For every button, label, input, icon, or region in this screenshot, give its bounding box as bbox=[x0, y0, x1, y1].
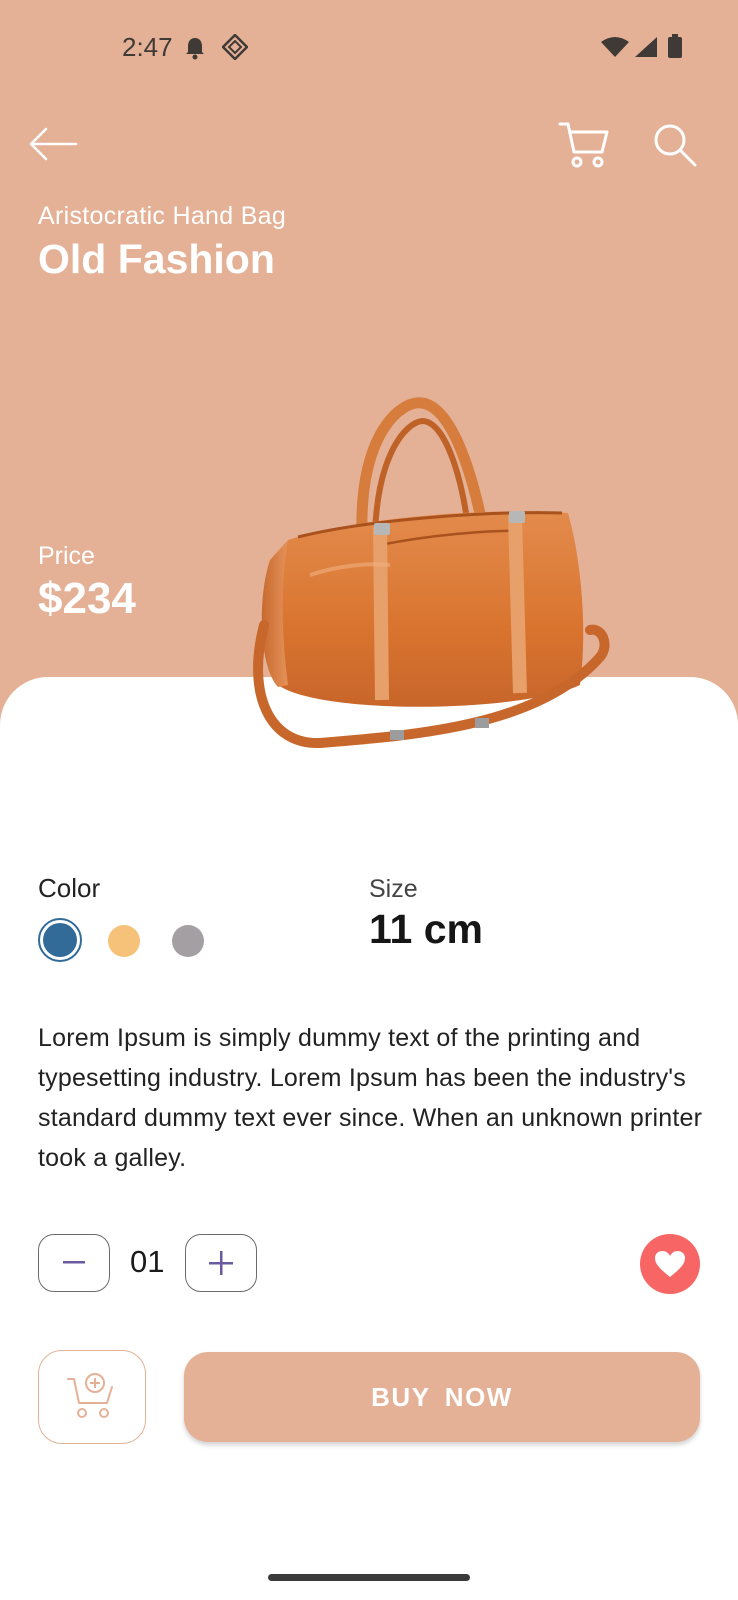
size-value: 11 cm bbox=[369, 906, 483, 952]
price-label: Price bbox=[38, 542, 95, 570]
color-swatch[interactable] bbox=[172, 925, 204, 957]
favorite-button[interactable] bbox=[640, 1234, 700, 1294]
heart-icon bbox=[655, 1251, 685, 1277]
color-swatch-fill bbox=[43, 923, 77, 957]
cell-signal-icon bbox=[634, 36, 658, 63]
color-label: Color bbox=[38, 873, 101, 903]
size-label: Size bbox=[369, 875, 418, 903]
product-title: Old Fashion bbox=[38, 236, 275, 282]
product-image bbox=[250, 395, 630, 775]
back-arrow-icon[interactable] bbox=[26, 124, 82, 164]
notification-bell-icon bbox=[184, 36, 206, 65]
add-to-cart-button[interactable] bbox=[38, 1350, 146, 1444]
home-indicator[interactable] bbox=[268, 1574, 470, 1581]
wifi-icon bbox=[600, 36, 630, 63]
decrease-quantity-button[interactable] bbox=[38, 1234, 110, 1292]
buy-now-button[interactable]: BUY NOW bbox=[184, 1352, 700, 1442]
minus-icon bbox=[63, 1261, 85, 1264]
plus-icon bbox=[209, 1251, 233, 1275]
battery-icon bbox=[668, 34, 682, 63]
product-description: Lorem Ipsum is simply dummy text of the … bbox=[38, 1024, 703, 1172]
color-swatch-selected[interactable] bbox=[38, 918, 82, 962]
increase-quantity-button[interactable] bbox=[185, 1234, 257, 1292]
product-price: $234 bbox=[38, 574, 136, 623]
status-time: 2:47 bbox=[122, 32, 173, 62]
cart-add-icon bbox=[67, 1373, 113, 1418]
quantity-value: 01 bbox=[130, 1244, 165, 1279]
cart-icon[interactable] bbox=[558, 120, 610, 170]
search-icon[interactable] bbox=[652, 122, 698, 168]
color-swatch[interactable] bbox=[108, 925, 140, 957]
product-subtitle: Aristocratic Hand Bag bbox=[38, 202, 287, 230]
status-bar: 2:47 bbox=[0, 22, 738, 74]
app-notification-icon bbox=[221, 33, 249, 65]
